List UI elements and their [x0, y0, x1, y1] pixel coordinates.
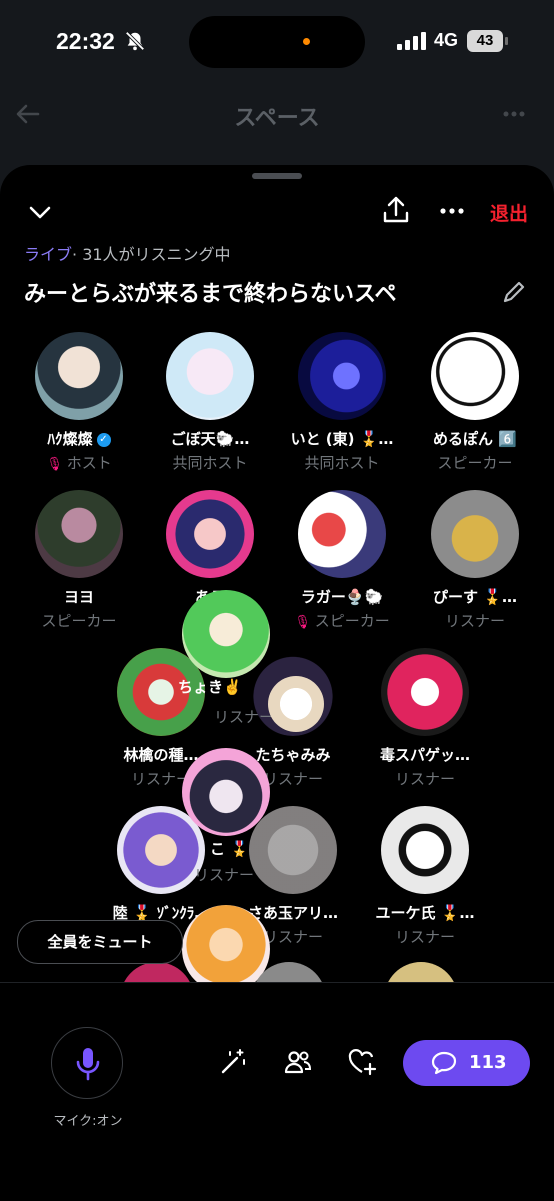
- magic-wand-icon[interactable]: [218, 1047, 248, 1077]
- chat-bubble-icon: [431, 1051, 457, 1075]
- participant[interactable]: ﾊｸ燦燦 ✓ 🎙︎ ホスト: [13, 332, 145, 473]
- avatar: [166, 332, 254, 420]
- participant-role: スピーカー: [314, 612, 390, 630]
- participant-name: いと (東) 🎖️…: [290, 430, 394, 448]
- participant[interactable]: いと (東) 🎖️… 共同ホスト: [276, 332, 408, 473]
- mute-all-button[interactable]: 全員をミュート: [17, 920, 183, 964]
- microphone-button[interactable]: [51, 1027, 123, 1099]
- floating-name: ちょき✌️: [178, 678, 242, 696]
- participant[interactable]: ユーケ氏 🎖️… リスナー: [359, 806, 491, 947]
- bell-slash-icon: [125, 31, 145, 51]
- privacy-indicator: [303, 38, 310, 45]
- mic-off-icon: 🎙︎: [294, 615, 311, 630]
- participant-name: めるぽん 6️⃣: [433, 430, 517, 448]
- floating-avatar: [268, 676, 324, 732]
- floating-avatar: [182, 748, 270, 836]
- participant-role: 共同ホスト: [304, 454, 380, 472]
- participant-role: リスナー: [394, 928, 455, 946]
- participant-name: ヨヨ: [63, 588, 94, 606]
- mic-off-icon: 🎙︎: [46, 457, 63, 472]
- avatar: [298, 332, 386, 420]
- space-title: みーとらぶが来るまで終わらないスペ: [24, 282, 397, 307]
- more-options-icon[interactable]: [500, 100, 528, 128]
- avatar: [166, 490, 254, 578]
- microphone-label: マイク:オン: [53, 1114, 123, 1129]
- participant-role: リスナー: [394, 770, 455, 788]
- participant-name: ラガー🍨🐑: [300, 588, 384, 606]
- dynamic-island: [189, 16, 365, 68]
- participant[interactable]: 毒スパゲッ… リスナー: [359, 648, 491, 789]
- participant[interactable]: ヨヨ スピーカー: [13, 490, 145, 631]
- status-bar: 22:32 4G 43: [0, 0, 554, 86]
- participant-name: 毒スパゲッ…: [379, 746, 470, 764]
- share-icon[interactable]: [381, 195, 411, 225]
- participant-name: ごぼ天🐑…: [170, 430, 250, 448]
- verified-badge-icon: ✓: [96, 432, 111, 447]
- sheet-grabber[interactable]: [252, 173, 302, 179]
- avatar: [35, 332, 123, 420]
- floating-role: リスナー: [194, 866, 255, 884]
- participant-name: ぴーす 🎖️…: [433, 588, 517, 606]
- avatar: [431, 332, 519, 420]
- participant-role: スピーカー: [41, 612, 117, 630]
- participant[interactable]: ラガー🍨🐑 🎙︎ スピーカー: [276, 490, 408, 631]
- participant[interactable]: ぴーす 🎖️… リスナー: [409, 490, 541, 631]
- avatar: [249, 806, 337, 894]
- avatar: [298, 490, 386, 578]
- live-label: ライブ: [24, 245, 73, 264]
- microphone-icon: [76, 1048, 100, 1081]
- participant-role: 共同ホスト: [172, 454, 248, 472]
- participant-name: ﾊｸ燦燦: [47, 430, 93, 448]
- pencil-icon[interactable]: [500, 278, 528, 306]
- comment-count: 113: [469, 1052, 507, 1073]
- listener-count: · 31人がリスニング中: [72, 245, 231, 264]
- participant-role: リスナー: [444, 612, 505, 630]
- participant-role: スピーカー: [437, 454, 513, 472]
- background-title: スペース: [234, 106, 320, 131]
- participant-name: ユーケ氏 🎖️…: [375, 904, 475, 922]
- more-options-icon[interactable]: [438, 197, 466, 225]
- avatar: [35, 490, 123, 578]
- status-time: 22:32: [56, 28, 115, 54]
- floating-role: リスナー: [214, 708, 275, 726]
- participant[interactable]: ごぼ天🐑… 共同ホスト: [144, 332, 276, 473]
- live-status: ライブ· 31人がリスニング中: [24, 241, 231, 265]
- chevron-down-icon[interactable]: [26, 198, 54, 226]
- floating-avatar: [182, 590, 270, 678]
- leave-button[interactable]: 退出: [490, 199, 528, 226]
- avatar: [381, 648, 469, 736]
- avatar: [381, 806, 469, 894]
- heart-plus-icon[interactable]: [347, 1047, 377, 1077]
- cellular-signal-icon: [397, 32, 426, 50]
- participant[interactable]: めるぽん 6️⃣ スピーカー: [409, 332, 541, 473]
- battery-tip: [505, 37, 508, 45]
- participant-role: ホスト: [66, 454, 112, 472]
- comments-button[interactable]: 113: [403, 1040, 530, 1086]
- battery-level: 43: [467, 30, 503, 52]
- floating-name: こ 🎖️: [210, 840, 249, 858]
- network-type: 4G: [434, 30, 459, 50]
- people-icon[interactable]: [283, 1047, 313, 1077]
- avatar: [431, 490, 519, 578]
